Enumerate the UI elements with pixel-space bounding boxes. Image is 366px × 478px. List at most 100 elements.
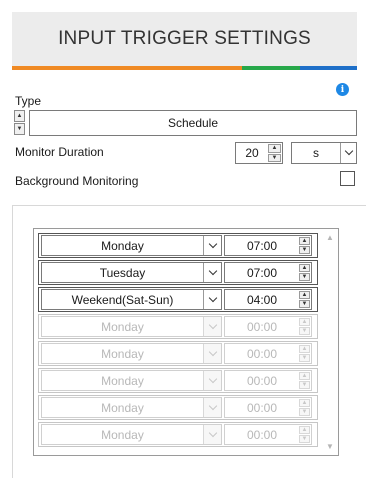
duration-unit: s — [313, 146, 319, 160]
spin-up-icon[interactable]: ▲ — [299, 372, 310, 380]
day-value: Monday — [101, 238, 144, 253]
time-value[interactable]: 00:00 — [225, 401, 299, 415]
chevron-down-icon[interactable] — [203, 425, 221, 444]
accent-segment — [69, 66, 127, 70]
day-value: Monday — [101, 373, 144, 388]
day-select[interactable]: Monday — [41, 235, 222, 256]
type-spinner[interactable]: ▲ ▼ — [14, 110, 25, 135]
spin-down-icon[interactable]: ▼ — [299, 381, 310, 389]
spin-up-icon[interactable]: ▲ — [14, 110, 25, 122]
spin-up-icon[interactable]: ▲ — [299, 399, 310, 407]
chevron-down-icon[interactable] — [203, 317, 221, 336]
spin-down-icon[interactable]: ▼ — [268, 153, 281, 162]
background-monitoring-label: Background Monitoring — [15, 174, 139, 188]
day-select[interactable]: Monday — [41, 316, 222, 337]
schedule-scrollbar[interactable]: ▲ ▼ — [324, 233, 336, 451]
spin-up-icon[interactable]: ▲ — [299, 264, 310, 272]
chevron-down-icon[interactable] — [203, 236, 221, 255]
scroll-up-icon[interactable]: ▲ — [326, 233, 334, 242]
spin-down-icon[interactable]: ▼ — [299, 435, 310, 443]
time-spin[interactable]: ▲ ▼ — [299, 398, 311, 417]
day-select[interactable]: Monday — [41, 397, 222, 418]
spin-down-icon[interactable]: ▼ — [299, 327, 310, 335]
day-value: Weekend(Sat-Sun) — [71, 292, 174, 307]
time-stepper[interactable]: 00:00 ▲ ▼ — [224, 343, 312, 364]
day-select[interactable]: Tuesday — [41, 262, 222, 283]
time-stepper[interactable]: 00:00 ▲ ▼ — [224, 397, 312, 418]
day-value: Monday — [101, 427, 144, 442]
day-value: Tuesday — [99, 265, 146, 280]
chevron-down-icon[interactable] — [203, 371, 221, 390]
time-value[interactable]: 00:00 — [225, 347, 299, 361]
schedule-row: Monday 07:00 ▲ ▼ — [38, 233, 318, 258]
schedule-row: Monday 00:00 ▲ ▼ — [38, 422, 318, 447]
duration-spin[interactable]: ▲ ▼ — [268, 143, 282, 163]
time-spin[interactable]: ▲ ▼ — [299, 425, 311, 444]
duration-value[interactable]: 20 — [236, 146, 268, 160]
spin-up-icon[interactable]: ▲ — [299, 291, 310, 299]
day-select[interactable]: Monday — [41, 424, 222, 445]
time-value[interactable]: 00:00 — [225, 320, 299, 334]
schedule-row: Monday 00:00 ▲ ▼ — [38, 341, 318, 366]
page-title: INPUT TRIGGER SETTINGS — [58, 28, 311, 49]
spin-up-icon[interactable]: ▲ — [299, 426, 310, 434]
time-spin[interactable]: ▲ ▼ — [299, 290, 311, 309]
spin-down-icon[interactable]: ▼ — [299, 408, 310, 416]
background-monitoring-checkbox[interactable] — [340, 171, 355, 186]
time-stepper[interactable]: 07:00 ▲ ▼ — [224, 262, 312, 283]
time-spin[interactable]: ▲ ▼ — [299, 317, 311, 336]
accent-segment — [242, 66, 300, 70]
time-stepper[interactable]: 00:00 ▲ ▼ — [224, 316, 312, 337]
time-stepper[interactable]: 07:00 ▲ ▼ — [224, 235, 312, 256]
chevron-down-icon[interactable] — [203, 290, 221, 309]
accent-segment — [127, 66, 185, 70]
time-value[interactable]: 07:00 — [225, 239, 299, 253]
spin-down-icon[interactable]: ▼ — [299, 246, 310, 254]
chevron-down-icon[interactable] — [340, 143, 356, 163]
accent-segment — [184, 66, 242, 70]
time-value[interactable]: 07:00 — [225, 266, 299, 280]
color-accent-bar — [12, 66, 357, 70]
spin-down-icon[interactable]: ▼ — [14, 123, 25, 135]
schedule-row: Monday 00:00 ▲ ▼ — [38, 395, 318, 420]
section-border — [12, 205, 13, 478]
time-spin[interactable]: ▲ ▼ — [299, 263, 311, 282]
schedule-list: Monday 07:00 ▲ ▼ Tuesday 07:00 ▲ ▼ Weekend(Sat-S… — [33, 228, 339, 456]
chevron-down-icon[interactable] — [203, 263, 221, 282]
time-stepper[interactable]: 04:00 ▲ ▼ — [224, 289, 312, 310]
spin-up-icon[interactable]: ▲ — [299, 345, 310, 353]
accent-segment — [299, 66, 357, 70]
duration-unit-select[interactable]: s — [291, 142, 357, 164]
day-select[interactable]: Monday — [41, 343, 222, 364]
chevron-down-icon[interactable] — [203, 398, 221, 417]
scroll-down-icon[interactable]: ▼ — [326, 442, 334, 451]
day-value: Monday — [101, 319, 144, 334]
time-spin[interactable]: ▲ ▼ — [299, 344, 311, 363]
spin-down-icon[interactable]: ▼ — [299, 300, 310, 308]
spin-up-icon[interactable]: ▲ — [299, 318, 310, 326]
type-value: Schedule — [167, 116, 219, 130]
duration-stepper[interactable]: 20 ▲ ▼ — [235, 142, 283, 164]
day-value: Monday — [101, 346, 144, 361]
spin-down-icon[interactable]: ▼ — [299, 354, 310, 362]
time-value[interactable]: 00:00 — [225, 374, 299, 388]
spin-up-icon[interactable]: ▲ — [268, 144, 281, 153]
time-stepper[interactable]: 00:00 ▲ ▼ — [224, 370, 312, 391]
info-icon[interactable]: i — [336, 83, 349, 96]
time-value[interactable]: 00:00 — [225, 428, 299, 442]
time-spin[interactable]: ▲ ▼ — [299, 371, 311, 390]
time-value[interactable]: 04:00 — [225, 293, 299, 307]
type-select[interactable]: Schedule — [29, 110, 357, 136]
spin-down-icon[interactable]: ▼ — [299, 273, 310, 281]
day-select[interactable]: Monday — [41, 370, 222, 391]
time-spin[interactable]: ▲ ▼ — [299, 236, 311, 255]
chevron-down-icon[interactable] — [203, 344, 221, 363]
schedule-row: Weekend(Sat-Sun) 04:00 ▲ ▼ — [38, 287, 318, 312]
time-stepper[interactable]: 00:00 ▲ ▼ — [224, 424, 312, 445]
spin-up-icon[interactable]: ▲ — [299, 237, 310, 245]
schedule-row: Tuesday 07:00 ▲ ▼ — [38, 260, 318, 285]
day-select[interactable]: Weekend(Sat-Sun) — [41, 289, 222, 310]
section-divider — [12, 205, 366, 206]
monitor-duration-label: Monitor Duration — [15, 145, 104, 159]
schedule-row: Monday 00:00 ▲ ▼ — [38, 368, 318, 393]
